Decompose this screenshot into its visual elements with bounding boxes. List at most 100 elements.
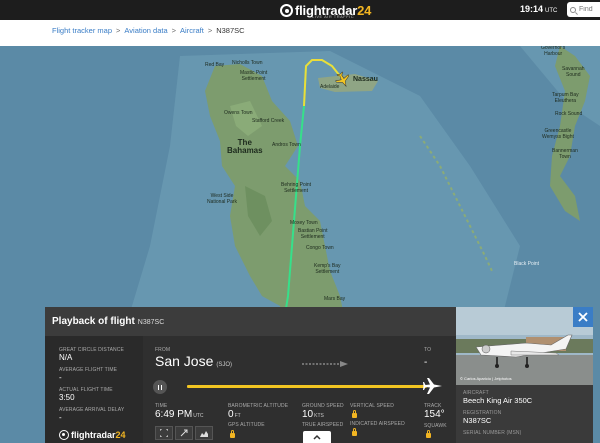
fit-route-button[interactable] — [155, 426, 173, 440]
map-label-mars-bay: Mars Bay — [324, 296, 346, 302]
map-label-red-bay: Red Bay — [205, 62, 225, 68]
map-label-tarpum-bay: Tarpum Bay Eleuthera — [552, 92, 579, 104]
plane-icon[interactable] — [423, 377, 443, 395]
top-navigation-bar: flightradar24 LIVE AIR TRAFFIC 19:14 UTC — [0, 0, 600, 20]
map-label-nicholls-town: Nicholls Town — [232, 60, 263, 66]
breadcrumb-aircraft[interactable]: Aircraft — [180, 26, 204, 35]
panel-title-registration: N387SC — [137, 319, 165, 326]
map-label-kemps-bay: Kemp's Bay Settlement — [314, 263, 341, 275]
breadcrumb-separator: > — [207, 26, 213, 35]
ground-speed-unit: KTS — [314, 413, 324, 419]
panel-logo-number: 24 — [115, 430, 126, 440]
breadcrumb: Flight tracker map > Aviation data > Air… — [52, 26, 245, 35]
chevron-up-icon — [313, 434, 321, 440]
avg-arrival-delay-label: AVERAGE ARRIVAL DELAY — [59, 407, 125, 413]
from-city[interactable]: San Jose (SJO) — [155, 353, 232, 369]
panel-flightradar24-logo: flightradar24 — [59, 430, 126, 440]
registration-value[interactable]: N387SC — [463, 416, 491, 425]
logo-number: 24 — [357, 2, 372, 18]
serial-number-label: SERIAL NUMBER (MSN) — [463, 430, 522, 436]
map-label-stafford-creek: Stafford Creek — [252, 118, 285, 124]
map-label-west-side-park: West Side National Park — [207, 193, 238, 205]
actual-flight-time-value: 3:50 — [59, 393, 75, 402]
time-value: 6:49 PMUTC — [155, 409, 204, 420]
avg-flight-time-label: AVERAGE FLIGHT TIME — [59, 367, 118, 373]
aircraft-info-panel: © Carlos Aparicio | Jetphotos AIRCRAFT B… — [456, 307, 593, 443]
search-icon — [570, 6, 576, 13]
map-label-congo-town: Congo Town — [306, 245, 334, 251]
map-label-bastian-point: Bastian Point Settlement — [298, 228, 328, 240]
pause-icon-bar — [160, 384, 163, 390]
track-value: 154° — [424, 409, 445, 420]
graph-icon — [200, 431, 208, 437]
great-circle-value: N/A — [59, 353, 73, 362]
barometric-altitude-value: 0FT — [228, 409, 241, 420]
map-label-owens-town: Owens Town — [224, 110, 253, 116]
lock-icon[interactable] — [352, 428, 357, 436]
breadcrumb-bar: Flight tracker map > Aviation data > Air… — [0, 20, 600, 46]
close-panel-button[interactable] — [573, 307, 593, 327]
expand-panel-tab[interactable] — [303, 431, 331, 443]
utc-clock: 19:14 UTC — [520, 4, 557, 14]
breadcrumb-separator: > — [171, 26, 177, 35]
search-box[interactable] — [567, 2, 600, 17]
map-label-the-bahamas: The Bahamas — [227, 138, 263, 155]
ground-speed-value: 10KTS — [302, 409, 324, 420]
panel-header: Playback of flight N387SC — [45, 307, 456, 336]
map-label-governors-harbour: Governor's Harbour — [541, 46, 566, 57]
breadcrumb-flight-tracker-map[interactable]: Flight tracker map — [52, 26, 112, 35]
flight-stats-column: GREAT CIRCLE DISTANCE N/A AVERAGE FLIGHT… — [45, 336, 143, 443]
route-arrow-icon — [302, 361, 348, 367]
barometric-altitude-number: 0 — [228, 409, 234, 420]
avg-arrival-delay-value: - — [59, 413, 62, 422]
barometric-altitude-unit: FT — [234, 413, 241, 419]
from-city-name: San Jose — [155, 353, 214, 369]
to-city: - — [424, 357, 428, 368]
lock-icon[interactable] — [230, 430, 235, 438]
breadcrumb-aviation-data[interactable]: Aviation data — [124, 26, 167, 35]
map-label-adelaide: Adelaide — [320, 84, 340, 90]
map-label-andros-town: Andros Town — [272, 142, 301, 148]
lock-icon[interactable] — [352, 410, 357, 418]
aircraft-type-value: Beech King Air 350C — [463, 396, 533, 405]
gps-altitude-label: GPS ALTITUDE — [228, 422, 265, 428]
map-label-rock-sound: Rock Sound — [555, 111, 583, 117]
clock-timezone: UTC — [545, 8, 558, 14]
playback-progress-fill — [187, 385, 415, 388]
map-label-savannah-sound: Savannah Sound — [562, 66, 585, 78]
breadcrumb-separator: > — [116, 26, 121, 35]
photo-credit[interactable]: © Carlos Aparicio | Jetphotos — [460, 376, 512, 381]
time-unit: UTC — [193, 413, 204, 419]
radar-icon — [59, 430, 69, 440]
map-label-greencastle: Greencastle Wemyss Bight — [542, 128, 574, 140]
pause-icon-bar — [157, 384, 160, 390]
map-label-behring-point: Behring Point Settlement — [281, 182, 312, 194]
to-label: TO — [424, 347, 432, 353]
pause-button[interactable] — [153, 380, 167, 394]
expand-icon — [160, 429, 168, 437]
diagonal-arrow-icon — [180, 429, 188, 437]
map-label-bannerman-town: Bannerman Town — [552, 148, 578, 160]
ground-speed-number: 10 — [302, 409, 314, 420]
lock-icon[interactable] — [426, 430, 431, 438]
close-icon — [578, 312, 588, 322]
map-label-mastic-point: Mastic Point Settlement — [240, 70, 268, 82]
panel-title: Playback of flight N387SC — [52, 316, 164, 327]
squawk-label: SQUAWK — [424, 423, 447, 429]
time-value-text: 6:49 PM — [155, 409, 193, 420]
radar-icon — [280, 3, 293, 17]
clock-time: 19:14 — [520, 4, 544, 14]
flightradar24-logo[interactable]: flightradar24 LIVE AIR TRAFFIC — [280, 1, 371, 19]
avg-flight-time-value: - — [59, 373, 62, 382]
search-input[interactable] — [579, 6, 600, 13]
vertical-speed-label: VERTICAL SPEED — [350, 403, 394, 409]
logo-tagline: LIVE AIR TRAFFIC — [312, 14, 355, 19]
from-airport-code: (SJO) — [216, 362, 233, 368]
altitude-graph-button[interactable] — [195, 426, 213, 440]
map-label-nassau: Nassau — [353, 76, 378, 83]
true-airspeed-label: TRUE AIRSPEED — [302, 422, 344, 428]
playback-progress-track[interactable] — [187, 385, 427, 388]
map-label-black-point: Black Point — [514, 261, 540, 267]
flight-playback-panel: Playback of flight N387SC GREAT CIRCLE DI… — [45, 307, 456, 443]
follow-aircraft-button[interactable] — [175, 426, 193, 440]
